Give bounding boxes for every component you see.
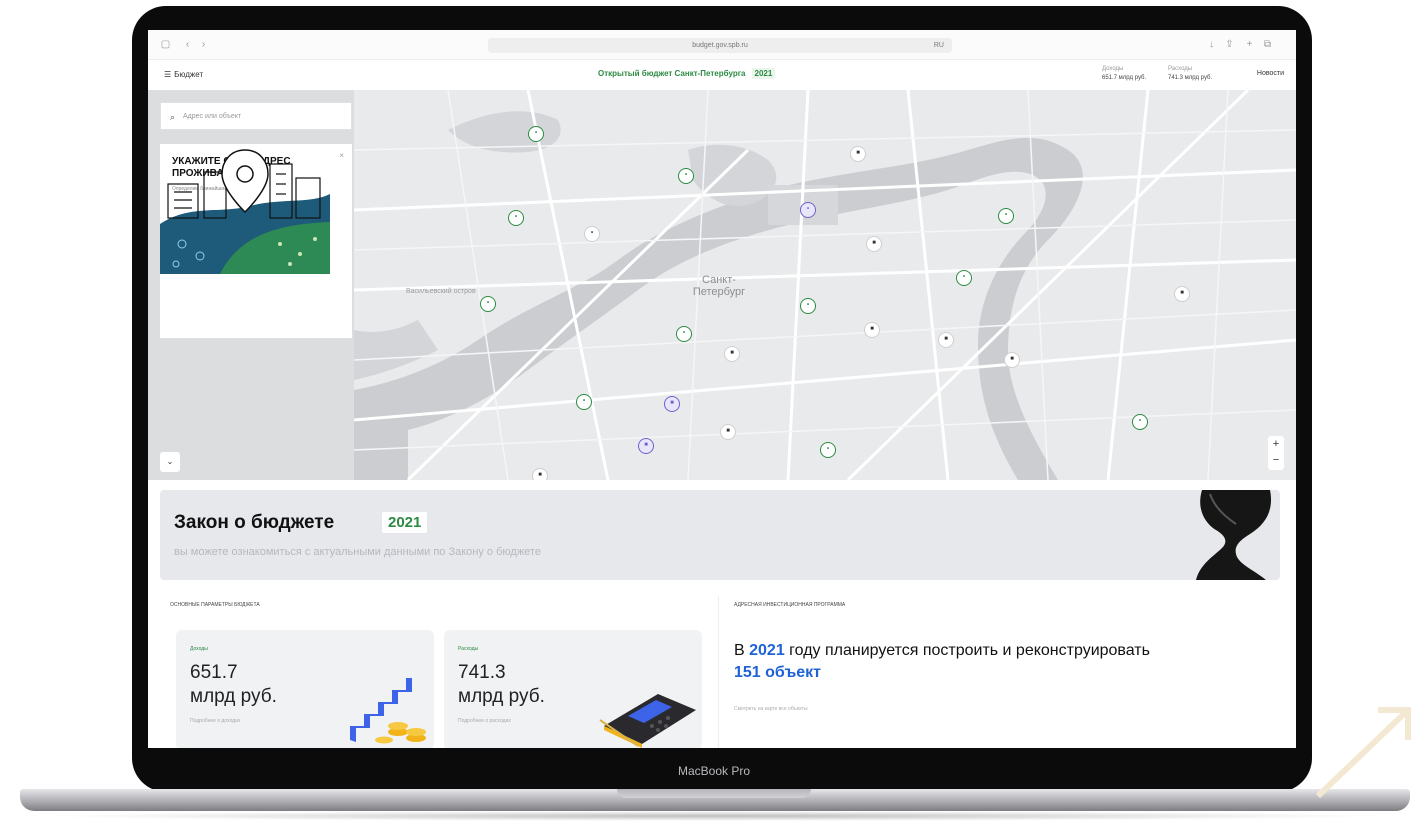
laptop-base-notch: [617, 789, 811, 798]
page-title: Открытый бюджет Санкт-Петербурга 2021: [598, 68, 776, 79]
district-label: Васильевский остров: [406, 288, 476, 295]
download-icon[interactable]: ↓: [1206, 39, 1217, 50]
close-icon[interactable]: ×: [339, 151, 344, 160]
map-pin-green[interactable]: •: [998, 208, 1014, 224]
address-bar-url: budget.gov.spb.ru: [692, 42, 748, 49]
header-stat-expense: Расходы 741.3 млрд руб.: [1168, 65, 1212, 83]
income-card-note: Подробнее о доходах: [190, 718, 241, 724]
program-section-label: АДРЕСНАЯ ИНВЕСТИЦИОННАЯ ПРОГРАММА: [734, 602, 846, 608]
new-tab-icon[interactable]: +: [1244, 39, 1255, 50]
stage: ▢ ‹ › budget.gov.spb.ru RU ↓ ⇪ + ⧉ ☰ Бюдж…: [0, 0, 1428, 828]
map-pin-dark[interactable]: ■: [724, 346, 740, 362]
map-pin-green[interactable]: •: [678, 168, 694, 184]
map-pin-dark[interactable]: ■: [1004, 352, 1020, 368]
map-pin-dark[interactable]: ■: [532, 468, 548, 480]
map-search-placeholder: Адрес или объект: [183, 113, 242, 120]
address-bar[interactable]: budget.gov.spb.ru RU: [488, 38, 952, 53]
map-pin-green[interactable]: •: [528, 126, 544, 142]
section-divider: [718, 596, 719, 748]
budget-law-banner[interactable]: Закон о бюджете 2021 вы можете ознакомит…: [160, 490, 1280, 580]
map-pin-dark[interactable]: ■: [720, 424, 736, 440]
laptop-screen: ▢ ‹ › budget.gov.spb.ru RU ↓ ⇪ + ⧉ ☰ Бюдж…: [148, 30, 1296, 748]
news-link[interactable]: Новости: [1257, 70, 1284, 77]
brand-label: Бюджет: [174, 70, 204, 79]
banner-year: 2021: [382, 512, 428, 533]
laptop-shadow: [40, 811, 1390, 821]
coins-stairs-illustration: [350, 678, 426, 744]
brand[interactable]: ☰ Бюджет: [164, 70, 203, 79]
map-pin-dark[interactable]: ■: [850, 146, 866, 162]
plan-text-before: В: [734, 642, 750, 659]
address-prompt-card[interactable]: УКАЖИТЕ СВОЙ АДРЕС ПРОЖИВАНИЯ Определим …: [160, 144, 352, 338]
budget-section-label: ОСНОВНЫЕ ПАРАМЕТРЫ БЮДЖЕТА: [170, 602, 260, 608]
map-pin-dark[interactable]: ■: [938, 332, 954, 348]
income-card-kind: Доходы: [190, 646, 208, 652]
investment-program-text: В 2021 году планируется построить и реко…: [734, 640, 1154, 684]
map-pin-green[interactable]: •: [820, 442, 836, 458]
page-title-text: Открытый бюджет Санкт-Петербурга: [598, 69, 746, 78]
expense-card-note: Подробнее о расходах: [458, 718, 511, 724]
zoom-in-icon[interactable]: +: [1268, 436, 1284, 452]
map-pin-green[interactable]: •: [800, 298, 816, 314]
address-bar-lang: RU: [933, 42, 944, 49]
map-search-input[interactable]: ⌕ Адрес или объект: [160, 102, 352, 130]
chevron-down-icon[interactable]: ⌄: [160, 452, 180, 472]
zoom-control[interactable]: + −: [1268, 436, 1284, 470]
header-stat-expense-label: Расходы: [1168, 66, 1193, 72]
search-icon: ⌕: [170, 112, 176, 122]
map-pin-dark[interactable]: ■: [864, 322, 880, 338]
city-label: Санкт-Петербург: [692, 274, 746, 298]
map-pin-green[interactable]: •: [676, 326, 692, 342]
plan-year: 2021: [749, 642, 785, 659]
back-icon[interactable]: ‹: [182, 39, 193, 50]
share-icon[interactable]: ⇪: [1224, 39, 1235, 50]
map-pin-purple[interactable]: ■: [638, 438, 654, 454]
expense-card-unit: млрд руб.: [458, 686, 545, 707]
sidebar-toggle-icon[interactable]: ▢: [160, 39, 171, 50]
map-pin-green[interactable]: •: [956, 270, 972, 286]
map-pin-green[interactable]: •: [508, 210, 524, 226]
city-location-illustration: [160, 149, 330, 274]
header-stat-income-label: Доходы: [1102, 66, 1124, 72]
tabs-icon[interactable]: ⧉: [1262, 39, 1273, 50]
forward-icon[interactable]: ›: [198, 39, 209, 50]
program-note[interactable]: Смотреть на карте все объекты: [734, 706, 808, 712]
map-pin-dark[interactable]: •: [584, 226, 600, 242]
header-stat-income-value: 651.7 млрд руб.: [1102, 75, 1147, 81]
income-card-unit: млрд руб.: [190, 686, 277, 707]
expense-card-value: 741.3: [458, 662, 506, 683]
site-header: ☰ Бюджет Открытый бюджет Санкт-Петербурга…: [148, 60, 1296, 90]
banner-subtitle: вы можете ознакомиться с актуальными дан…: [174, 546, 541, 558]
income-card-value: 651.7: [190, 662, 238, 683]
expense-card[interactable]: Расходы 741.3 млрд руб. Подробнее о расх…: [444, 630, 702, 748]
banner-title: Закон о бюджете: [174, 512, 335, 533]
objects-map[interactable]: ⌕ Адрес или объект УКАЖИТЕ СВОЙ АДРЕС ПР…: [148, 90, 1296, 480]
browser-toolbar: ▢ ‹ › budget.gov.spb.ru RU ↓ ⇪ + ⧉: [148, 30, 1296, 60]
calculator-illustration: [599, 694, 696, 748]
map-pin-green[interactable]: •: [480, 296, 496, 312]
expense-card-kind: Расходы: [458, 646, 479, 652]
page-title-year: 2021: [751, 68, 776, 79]
menu-icon[interactable]: ☰: [164, 70, 171, 79]
hourglass-illustration: [1196, 490, 1272, 580]
header-stat-income: Доходы 651.7 млрд руб.: [1102, 65, 1146, 83]
map-pin-purple[interactable]: •: [800, 202, 816, 218]
plan-count[interactable]: 151 объект: [734, 664, 821, 681]
map-pin-green[interactable]: •: [576, 394, 592, 410]
map-pin-green[interactable]: •: [1132, 414, 1148, 430]
map-pin-dark[interactable]: ■: [1174, 286, 1190, 302]
income-card[interactable]: Доходы 651.7 млрд руб. Подробнее о доход…: [176, 630, 434, 748]
device-label: MacBook Pro: [677, 764, 751, 778]
zoom-out-icon[interactable]: −: [1268, 452, 1284, 468]
plan-text-middle: году планируется построить и реконструир…: [784, 642, 1150, 659]
decorative-arrow-icon: [1315, 707, 1411, 799]
map-pin-dark[interactable]: ■: [866, 236, 882, 252]
map-pin-purple[interactable]: ■: [664, 396, 680, 412]
header-stat-expense-value: 741.3 млрд руб.: [1168, 75, 1213, 81]
